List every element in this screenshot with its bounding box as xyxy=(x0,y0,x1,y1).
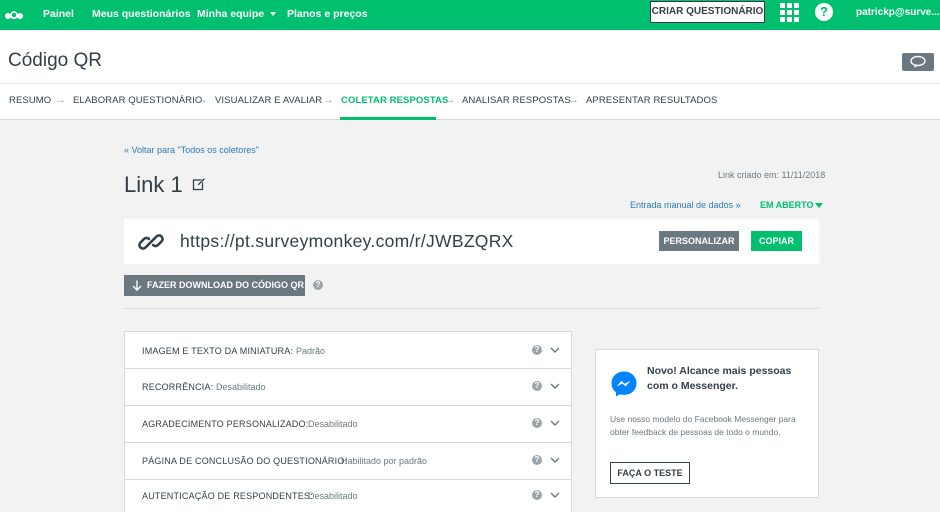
copy-button[interactable]: COPIAR xyxy=(751,231,802,251)
setting-value: Desabilitado xyxy=(308,491,358,501)
arrow-right-icon: → xyxy=(323,94,334,106)
setting-row-recurrence[interactable]: RECORRÊNCIA: Desabilitado ? xyxy=(125,369,571,406)
help-icon[interactable]: ? xyxy=(532,345,542,355)
setting-row-thank-you[interactable]: AGRADECIMENTO PERSONALIZADO: Desabilitad… xyxy=(125,406,571,443)
top-navigation: Painel Meus questionários Minha equipe P… xyxy=(0,0,940,30)
arrow-right-icon: → xyxy=(568,94,579,106)
messenger-promo-card: Novo! Alcance mais pessoas com o Messeng… xyxy=(595,349,819,498)
chevron-down-icon[interactable] xyxy=(550,347,560,354)
link-created-date: Link criado em: 11/11/2018 xyxy=(718,170,826,180)
setting-value: Desabilitado xyxy=(216,382,266,392)
edit-icon[interactable] xyxy=(192,177,206,191)
caret-down-icon xyxy=(814,203,823,209)
nav-planos-precos[interactable]: Planos e preços xyxy=(287,8,368,20)
chevron-down-icon[interactable] xyxy=(550,383,560,390)
setting-value: Desabilitado xyxy=(308,419,358,429)
link-chain-icon xyxy=(138,234,164,250)
messenger-icon xyxy=(611,371,637,397)
help-icon[interactable]: ? xyxy=(815,3,833,21)
setting-label: IMAGEM E TEXTO DA MINIATURA: xyxy=(142,346,294,356)
help-icon[interactable]: ? xyxy=(532,490,542,500)
step-analisar[interactable]: ANALISAR RESPOSTAS xyxy=(462,95,571,106)
arrow-right-icon: → xyxy=(444,94,455,106)
speech-bubble-icon xyxy=(910,55,926,68)
setting-row-authentication[interactable]: AUTENTICAÇÃO DE RESPONDENTES: Desabilita… xyxy=(125,480,571,512)
page-title: Código QR xyxy=(8,50,102,71)
setting-label: AUTENTICAÇÃO DE RESPONDENTES: xyxy=(142,491,313,501)
collector-settings-list: IMAGEM E TEXTO DA MINIATURA: Padrão ? RE… xyxy=(124,331,572,512)
promo-title: Novo! Alcance mais pessoas com o Messeng… xyxy=(647,365,792,392)
arrow-right-icon: → xyxy=(55,94,66,106)
chevron-down-icon[interactable] xyxy=(550,420,560,427)
download-arrow-icon xyxy=(132,280,142,291)
setting-value: Padrão xyxy=(296,346,326,356)
setting-value: Habilitado por padrão xyxy=(341,456,428,466)
collector-url[interactable]: https://pt.surveymonkey.com/r/JWBZQRX xyxy=(180,231,514,252)
step-resumo[interactable]: RESUMO xyxy=(9,95,51,106)
step-elaborar[interactable]: ELABORAR QUESTIONÁRIO xyxy=(73,95,202,106)
collector-url-box: https://pt.surveymonkey.com/r/JWBZQRX PE… xyxy=(124,219,819,264)
chevron-down-icon[interactable] xyxy=(550,492,560,499)
active-step-indicator xyxy=(340,117,436,120)
help-icon[interactable]: ? xyxy=(532,455,542,465)
setting-row-thumbnail[interactable]: IMAGEM E TEXTO DA MINIATURA: Padrão ? xyxy=(125,332,571,369)
chevron-down-icon xyxy=(270,12,277,17)
create-survey-button[interactable]: CRIAR QUESTIONÁRIO xyxy=(650,1,765,23)
setting-row-completion-page[interactable]: PÁGINA DE CONCLUSÃO DO QUESTIONÁRIO: Hab… xyxy=(125,443,571,480)
setting-label: PÁGINA DE CONCLUSÃO DO QUESTIONÁRIO: xyxy=(142,456,348,466)
step-navigation: RESUMO → ELABORAR QUESTIONÁRIO → VISUALI… xyxy=(0,84,940,120)
step-apresentar[interactable]: APRESENTAR RESULTADOS xyxy=(586,95,717,106)
nav-meus-questionarios[interactable]: Meus questionários xyxy=(92,8,191,20)
manual-entry-link[interactable]: Entrada manual de dados » xyxy=(630,200,741,210)
help-icon[interactable]: ? xyxy=(532,418,542,428)
apps-grid-icon[interactable] xyxy=(780,3,799,22)
collector-status-dropdown[interactable]: EM ABERTO xyxy=(760,200,823,210)
page-header: Código QR xyxy=(0,30,940,84)
arrow-right-icon: → xyxy=(197,94,208,106)
try-it-button[interactable]: FAÇA O TESTE xyxy=(610,462,690,484)
surveymonkey-logo-icon[interactable] xyxy=(3,4,25,24)
setting-label: RECORRÊNCIA: xyxy=(142,382,214,392)
collector-status-label: EM ABERTO xyxy=(760,200,814,210)
nav-painel[interactable]: Painel xyxy=(43,8,74,20)
download-qr-button[interactable]: FAZER DOWNLOAD DO CÓDIGO QR xyxy=(124,275,305,296)
help-icon[interactable]: ? xyxy=(532,381,542,391)
feedback-button[interactable] xyxy=(902,53,934,71)
back-to-collectors-link[interactable]: « Voltar para "Todos os coletores" xyxy=(124,145,259,155)
user-menu[interactable]: patrickp@surve... xyxy=(856,7,940,18)
step-coletar[interactable]: COLETAR RESPOSTAS xyxy=(341,95,448,106)
nav-minha-equipe[interactable]: Minha equipe xyxy=(197,8,277,20)
help-icon[interactable]: ? xyxy=(313,280,323,290)
setting-label: AGRADECIMENTO PERSONALIZADO: xyxy=(142,419,309,429)
promo-body: Use nosso modelo do Facebook Messenger p… xyxy=(610,414,796,437)
step-visualizar[interactable]: VISUALIZAR E AVALIAR xyxy=(215,95,322,106)
nav-minha-equipe-label: Minha equipe xyxy=(197,8,265,20)
personalize-button[interactable]: PERSONALIZAR xyxy=(659,231,739,251)
download-qr-label: FAZER DOWNLOAD DO CÓDIGO QR xyxy=(147,280,304,290)
collector-name: Link 1 xyxy=(124,172,183,197)
divider xyxy=(124,308,819,309)
chevron-down-icon[interactable] xyxy=(550,457,560,464)
